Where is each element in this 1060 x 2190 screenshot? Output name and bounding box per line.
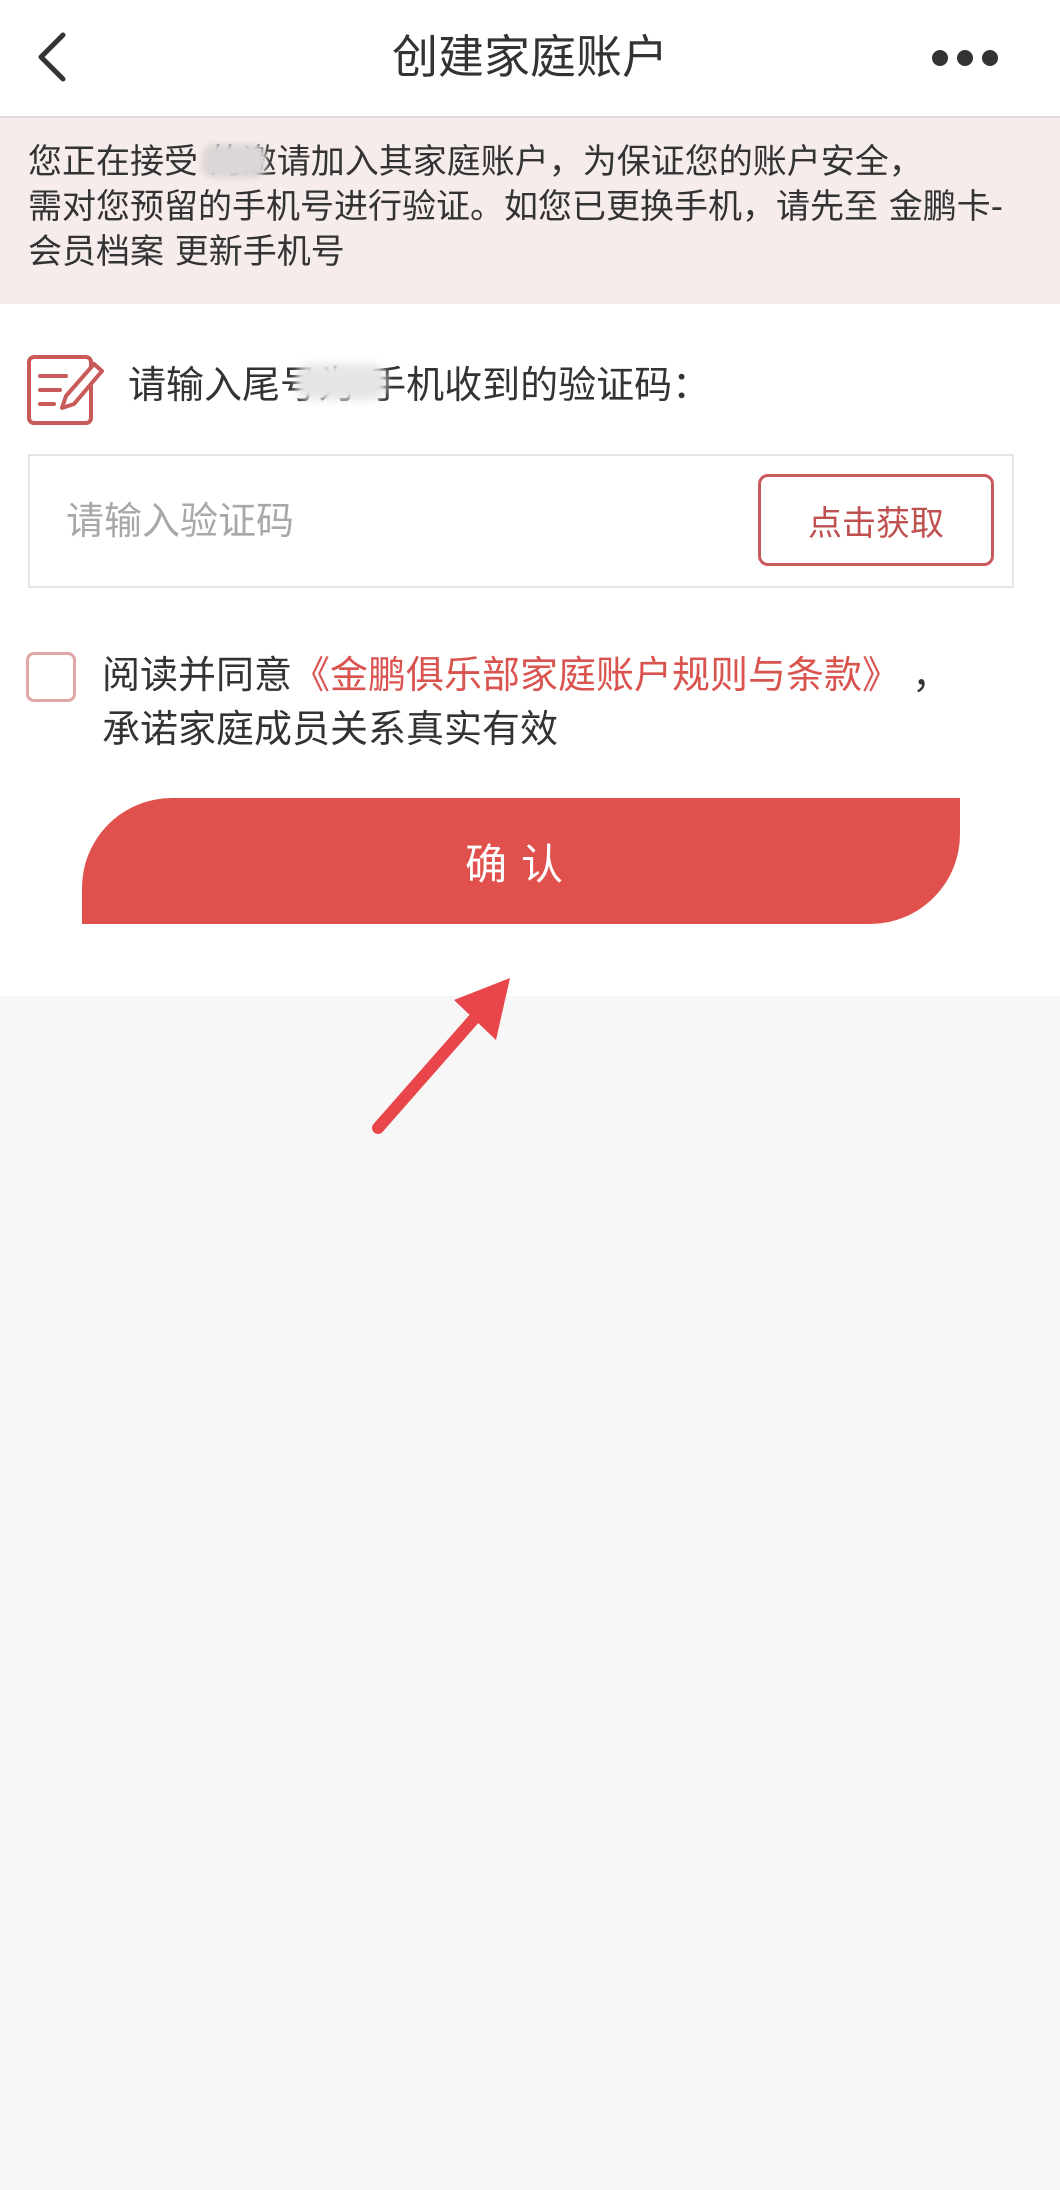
verification-prompt: 请输入尾号为 手机收到的验证码： [128, 363, 711, 407]
code-input-box: 点击获取 [28, 454, 1014, 588]
notice-text: 您正在接受 的邀请加入其家庭账户，为保证您的账户安全， 需对您预留的手机号进行验… [28, 142, 1004, 272]
more-menu-button[interactable] [910, 30, 1020, 86]
chevron-left-icon [38, 32, 66, 82]
agreement-checkbox[interactable] [26, 652, 76, 702]
verification-code-input[interactable] [66, 486, 726, 556]
top-nav-bar: 创建家庭账户 [0, 0, 1060, 118]
get-code-button[interactable]: 点击获取 [758, 474, 994, 566]
redacted-phone-suffix [296, 364, 386, 400]
back-button[interactable] [22, 22, 82, 92]
security-notice-banner: 您正在接受 的邀请加入其家庭账户，为保证您的账户安全， 需对您预留的手机号进行验… [0, 118, 1060, 304]
edit-note-icon [27, 355, 104, 425]
terms-link[interactable]: 《金鹏俱乐部家庭账户规则与条款》 [292, 653, 900, 697]
verification-prompt-row: 请输入尾号为 手机收到的验证码： [26, 350, 1026, 430]
more-dots-icon [932, 50, 998, 66]
page-title: 创建家庭账户 [392, 30, 668, 84]
agreement-text: 阅读并同意《金鹏俱乐部家庭账户规则与条款》 ， 承诺家庭成员关系真实有效 [102, 648, 1032, 756]
confirm-button[interactable]: 确认 [82, 798, 960, 924]
verification-form: 请输入尾号为 手机收到的验证码： 点击获取 阅读并同意《金鹏俱乐部家庭账户规则与… [0, 304, 1060, 996]
arrow-pointer-icon [372, 978, 510, 1134]
agreement-row: 阅读并同意《金鹏俱乐部家庭账户规则与条款》 ， 承诺家庭成员关系真实有效 [26, 644, 1036, 764]
agreement-prefix: 阅读并同意 [102, 653, 293, 697]
redacted-name [202, 144, 266, 178]
